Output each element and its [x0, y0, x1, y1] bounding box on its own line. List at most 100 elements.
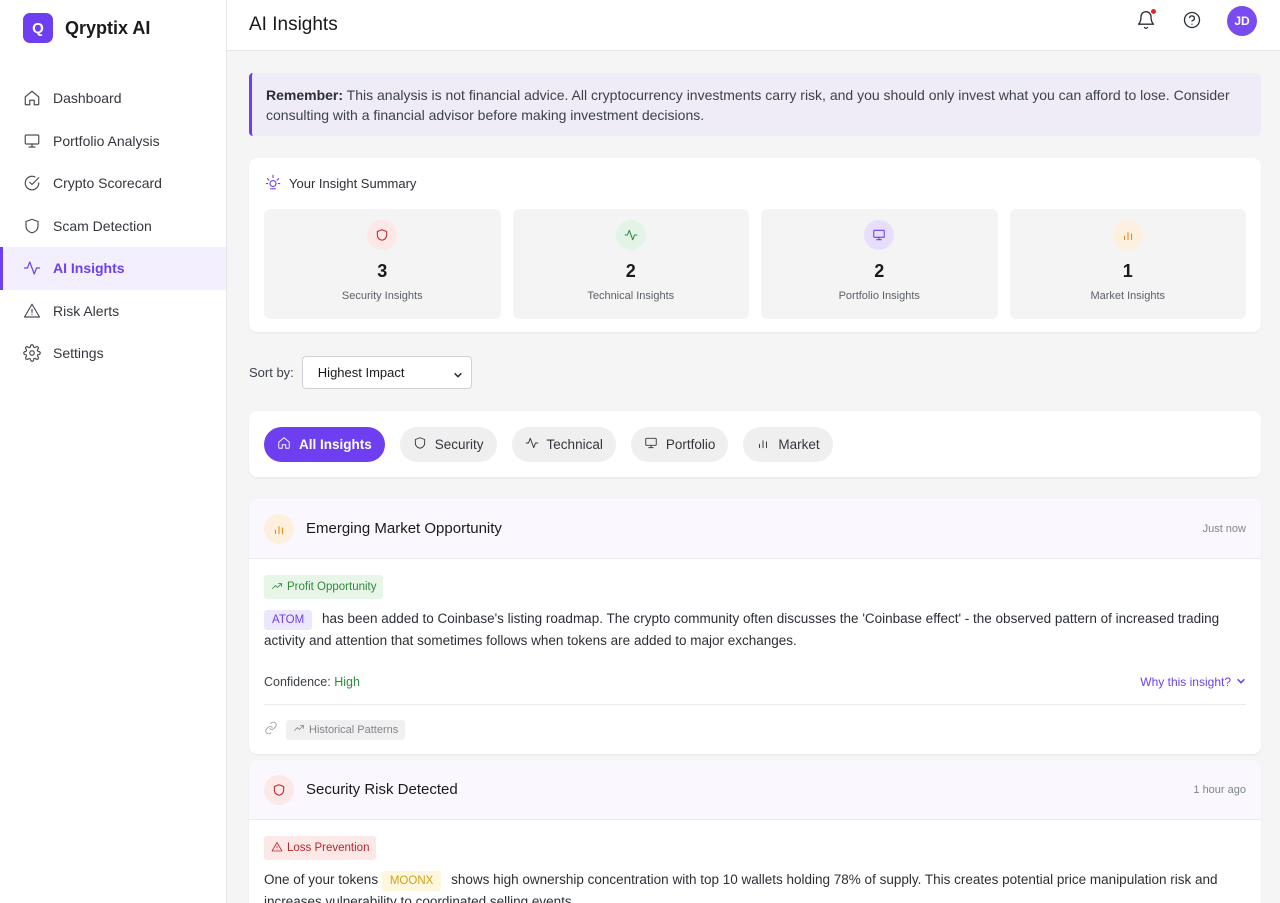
insight-summary-card: Your Insight Summary 3 Security Insights… — [249, 158, 1261, 332]
filter-portfolio[interactable]: Portfolio — [630, 426, 729, 462]
filter-label: Market — [778, 436, 820, 452]
shield-icon — [264, 774, 294, 805]
header-actions: JD — [1135, 6, 1257, 36]
loss-prevention-tag: Loss Prevention — [264, 836, 377, 860]
insight-body: Loss Prevention One of your tokens MOONX… — [249, 820, 1261, 903]
help-circle-icon — [1182, 10, 1202, 33]
stat-label: Portfolio Insights — [838, 290, 920, 302]
source-badge: Historical Patterns — [286, 719, 406, 740]
sidebar-item-settings[interactable]: Settings — [0, 332, 226, 375]
user-avatar[interactable]: JD — [1227, 6, 1257, 36]
insight-footer: Historical Patterns — [264, 704, 1246, 754]
stat-label: Market Insights — [1090, 290, 1166, 302]
summary-title: Your Insight Summary — [289, 176, 417, 191]
confidence-value: High — [334, 675, 360, 689]
sidebar-item-label: Dashboard — [53, 90, 122, 107]
warning-triangle-icon — [23, 302, 41, 320]
insight-title: Security Risk Detected — [306, 781, 458, 798]
confidence-label: Confidence: — [264, 675, 331, 689]
insight-title: Emerging Market Opportunity — [306, 520, 502, 537]
stat-label: Security Insights — [341, 290, 423, 302]
home-icon — [23, 89, 41, 107]
sidebar: Q Qryptix AI Dashboard Portfolio Analysi… — [0, 0, 227, 903]
sidebar-item-dashboard[interactable]: Dashboard — [0, 77, 226, 120]
sort-select[interactable]: Highest Impact — [301, 355, 472, 389]
filter-security[interactable]: Security — [399, 426, 497, 462]
notifications-button[interactable] — [1135, 8, 1157, 32]
monitor-icon — [864, 220, 895, 250]
stat-label: Technical Insights — [587, 290, 675, 302]
filter-label: Portfolio — [665, 436, 716, 452]
monitor-icon — [644, 436, 666, 453]
filter-label: Technical — [546, 436, 603, 452]
stat-value: 1 — [1122, 261, 1133, 281]
home-icon — [277, 436, 299, 453]
token-badge[interactable]: MOONX — [381, 871, 442, 891]
warning-triangle-icon — [271, 841, 287, 856]
monitor-icon — [23, 132, 41, 150]
confidence: Confidence: High — [264, 675, 360, 689]
stat-value: 2 — [625, 261, 636, 281]
stat-value: 2 — [874, 261, 885, 281]
activity-icon — [615, 220, 646, 250]
sidebar-item-risk-alerts[interactable]: Risk Alerts — [0, 290, 226, 333]
top-header: AI Insights JD — [227, 0, 1280, 51]
insight-body: Profit Opportunity ATOM has been added t… — [249, 559, 1261, 754]
filter-technical[interactable]: Technical — [511, 426, 616, 462]
profit-opportunity-tag: Profit Opportunity — [264, 575, 384, 599]
sidebar-item-crypto-scorecard[interactable]: Crypto Scorecard — [0, 162, 226, 205]
stat-market: 1 Market Insights — [1009, 209, 1246, 319]
help-button[interactable] — [1181, 10, 1203, 32]
why-label: Why this insight? — [1140, 675, 1231, 689]
brand-name: Qryptix AI — [65, 17, 151, 38]
shield-icon — [23, 217, 41, 235]
insight-card: Security Risk Detected 1 hour ago Loss P… — [249, 760, 1261, 903]
insight-text: ATOM has been added to Coinbase's listin… — [264, 608, 1246, 652]
sidebar-item-label: Scam Detection — [53, 217, 152, 234]
disclaimer-text: This analysis is not financial advice. A… — [266, 87, 1230, 123]
token-badge[interactable]: ATOM — [264, 610, 313, 630]
insight-text: One of your tokens MOONX shows high owne… — [264, 869, 1246, 903]
sidebar-item-portfolio-analysis[interactable]: Portfolio Analysis — [0, 120, 226, 163]
disclaimer-bold: Remember: — [266, 87, 344, 103]
main-content: Remember: This analysis is not financial… — [249, 73, 1261, 903]
notification-dot — [1150, 8, 1157, 15]
filter-label: All Insights — [299, 436, 372, 452]
filter-label: Security — [434, 436, 484, 452]
sidebar-item-label: Crypto Scorecard — [53, 175, 162, 192]
link-icon[interactable] — [264, 721, 278, 738]
gear-icon — [23, 344, 41, 363]
insight-time: Just now — [1202, 522, 1246, 535]
insight-meta: Confidence: High Why this insight? — [264, 670, 1246, 694]
summary-stats: 3 Security Insights 2 Technical Insights… — [264, 209, 1246, 319]
chevron-down-icon — [453, 368, 463, 378]
filter-all-insights[interactable]: All Insights — [264, 426, 385, 462]
chevron-down-icon — [1231, 675, 1246, 689]
summary-header: Your Insight Summary — [264, 173, 1246, 194]
sort-label: Sort by: — [249, 364, 294, 380]
sidebar-item-label: Portfolio Analysis — [53, 132, 160, 149]
insight-filter-bar: All Insights Security Technical Portfoli… — [249, 411, 1261, 477]
sidebar-nav: Dashboard Portfolio Analysis Crypto Scor… — [0, 77, 226, 375]
brand[interactable]: Q Qryptix AI — [0, 0, 226, 56]
bar-chart-icon — [1112, 220, 1143, 250]
filter-market[interactable]: Market — [743, 426, 833, 462]
insight-description: has been added to Coinbase's listing roa… — [264, 611, 1220, 648]
tag-label: Loss Prevention — [287, 842, 370, 854]
insight-time: 1 hour ago — [1193, 783, 1246, 796]
source-label: Historical Patterns — [309, 723, 399, 736]
stat-portfolio: 2 Portfolio Insights — [761, 209, 998, 319]
check-circle-icon — [23, 174, 41, 192]
brand-logo: Q — [23, 13, 53, 43]
why-this-insight-button[interactable]: Why this insight? — [1140, 675, 1246, 689]
stat-technical: 2 Technical Insights — [512, 209, 749, 319]
insight-header[interactable]: Emerging Market Opportunity Just now — [249, 499, 1261, 559]
sidebar-item-ai-insights[interactable]: AI Insights — [0, 247, 226, 290]
sidebar-item-label: AI Insights — [53, 260, 125, 277]
insight-text-before: One of your tokens — [264, 872, 379, 887]
sidebar-item-label: Risk Alerts — [53, 302, 120, 319]
trending-up-icon — [293, 722, 309, 737]
sort-select-value: Highest Impact — [317, 364, 405, 380]
insight-header[interactable]: Security Risk Detected 1 hour ago — [249, 760, 1261, 820]
sidebar-item-scam-detection[interactable]: Scam Detection — [0, 205, 226, 248]
